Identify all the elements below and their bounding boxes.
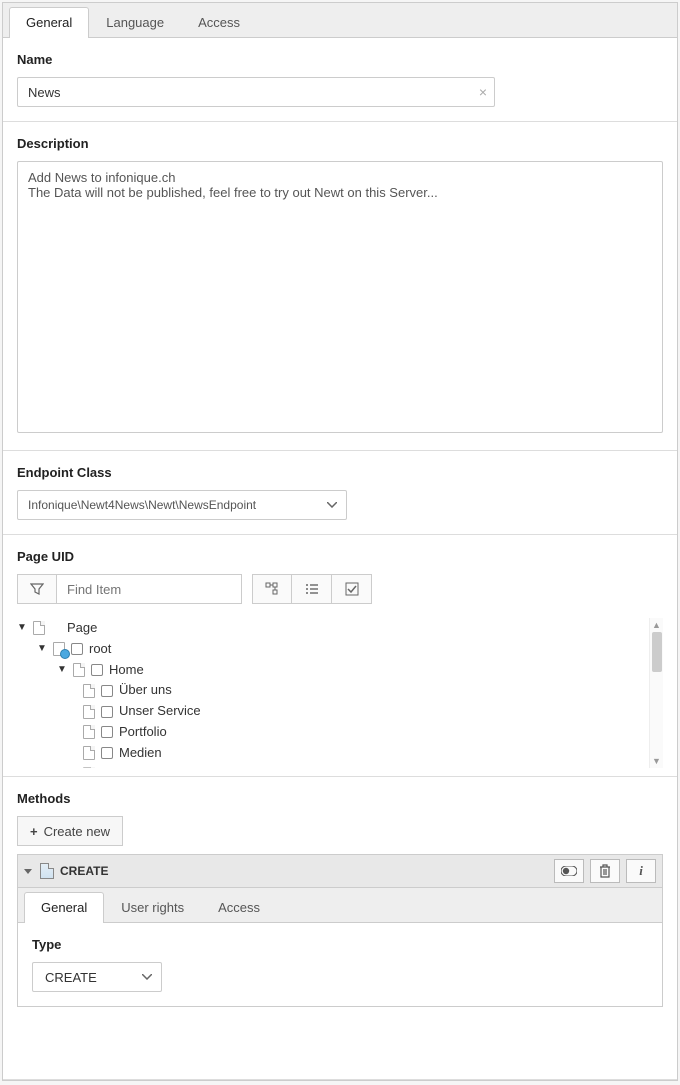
method-body: Type CREATE	[18, 923, 662, 1006]
tree-root[interactable]: ▼ Page	[17, 618, 663, 639]
tree-node[interactable]: Kontakt	[17, 764, 663, 768]
description-label: Description	[17, 136, 663, 151]
method-header: CREATE i	[18, 855, 662, 888]
section-methods: Methods + Create new CREATE i	[3, 777, 677, 1080]
collapse-icon[interactable]: ▼	[37, 641, 47, 657]
tree-node-label: root	[89, 639, 111, 660]
type-value: CREATE	[45, 970, 97, 985]
toggle-button[interactable]	[554, 859, 584, 883]
section-description: Description Add News to infonique.ch The…	[3, 122, 677, 451]
caret-down-icon[interactable]	[24, 869, 32, 874]
document-icon	[40, 863, 54, 879]
method-tab-access[interactable]: Access	[201, 892, 277, 922]
page-icon	[83, 705, 95, 719]
tree-node[interactable]: Medien	[17, 743, 663, 764]
name-label: Name	[17, 52, 663, 67]
tree-node-label: Medien	[119, 743, 162, 764]
type-select[interactable]: CREATE	[32, 962, 162, 992]
filter-icon[interactable]	[17, 574, 57, 604]
method-tab-general[interactable]: General	[24, 892, 104, 923]
name-input[interactable]	[17, 77, 495, 107]
page-icon	[83, 684, 95, 698]
method-title: CREATE	[60, 864, 548, 878]
page-icon	[83, 767, 95, 768]
tree-node-label: Home	[109, 660, 144, 681]
method-card: CREATE i General User rights Access Type	[17, 854, 663, 1007]
info-button[interactable]: i	[626, 859, 656, 883]
tree-checkbox[interactable]	[101, 685, 113, 697]
method-tabs: General User rights Access	[18, 888, 662, 923]
section-name: Name ×	[3, 38, 677, 122]
tree-node[interactable]: Unser Service	[17, 701, 663, 722]
page-icon	[33, 621, 45, 635]
tree-node-label: Portfolio	[119, 722, 167, 743]
tree-checkbox[interactable]	[101, 747, 113, 759]
section-endpoint-class: Endpoint Class Infonique\Newt4News\Newt\…	[3, 451, 677, 535]
info-icon: i	[639, 863, 643, 879]
collapse-icon[interactable]: ▼	[17, 620, 27, 636]
plus-icon: +	[30, 824, 38, 839]
scroll-thumb[interactable]	[652, 632, 662, 672]
methods-label: Methods	[17, 791, 663, 806]
tree-root-label: Page	[67, 618, 97, 639]
page-root-icon	[53, 642, 65, 656]
tree-node-home[interactable]: ▼ Home	[17, 660, 663, 681]
delete-button[interactable]	[590, 859, 620, 883]
endpoint-class-label: Endpoint Class	[17, 465, 663, 480]
endpoint-class-value: Infonique\Newt4News\Newt\NewsEndpoint	[28, 498, 256, 512]
list-view-icon[interactable]	[292, 574, 332, 604]
create-new-label: Create new	[44, 824, 110, 839]
clear-icon[interactable]: ×	[479, 84, 487, 100]
tree-node-label: Kontakt	[119, 764, 163, 768]
tree-checkbox[interactable]	[91, 664, 103, 676]
page-icon	[73, 663, 85, 677]
page-uid-toolbar	[17, 574, 663, 604]
tree-node-label: Unser Service	[119, 701, 201, 722]
page-icon	[83, 746, 95, 760]
collapse-icon[interactable]: ▼	[57, 662, 67, 678]
tree-checkbox[interactable]	[101, 726, 113, 738]
main-tabs: General Language Access	[3, 3, 677, 38]
tab-language[interactable]: Language	[89, 7, 181, 37]
name-input-wrap: ×	[17, 77, 495, 107]
description-textarea[interactable]: Add News to infonique.ch The Data will n…	[17, 161, 663, 433]
tree-checkbox[interactable]	[101, 706, 113, 718]
page-icon	[83, 725, 95, 739]
tab-general[interactable]: General	[9, 7, 89, 38]
create-new-button[interactable]: + Create new	[17, 816, 123, 846]
scroll-down-icon[interactable]: ▼	[650, 754, 663, 768]
page-uid-label: Page UID	[17, 549, 663, 564]
tree-view-icon[interactable]	[252, 574, 292, 604]
tree-checkbox[interactable]	[71, 643, 83, 655]
section-page-uid: Page UID ▼ Page	[3, 535, 677, 777]
tree-node[interactable]: Portfolio	[17, 722, 663, 743]
tree-scrollbar[interactable]: ▲ ▼	[649, 618, 663, 768]
method-tab-user-rights[interactable]: User rights	[104, 892, 201, 922]
tree-node[interactable]: Über uns	[17, 680, 663, 701]
tree-node-label: Über uns	[119, 680, 172, 701]
scroll-up-icon[interactable]: ▲	[650, 618, 663, 632]
page-tree: ▼ Page ▼ root ▼ Hom	[17, 618, 663, 768]
check-all-icon[interactable]	[332, 574, 372, 604]
type-label: Type	[32, 937, 648, 952]
endpoint-class-select[interactable]: Infonique\Newt4News\Newt\NewsEndpoint	[17, 490, 347, 520]
tree-node-root[interactable]: ▼ root	[17, 639, 663, 660]
find-item-input[interactable]	[57, 574, 242, 604]
tab-access[interactable]: Access	[181, 7, 257, 37]
page-tree-container: ▼ Page ▼ root ▼ Hom	[17, 618, 663, 768]
form-panel: General Language Access Name × Descripti…	[2, 2, 678, 1081]
